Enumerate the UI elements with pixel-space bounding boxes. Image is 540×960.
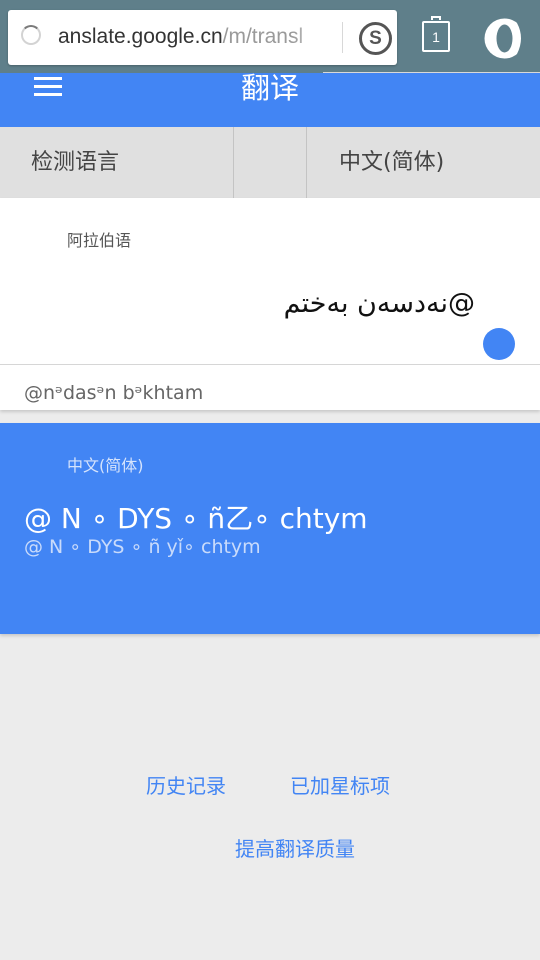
language-selector-bar: 检测语言 中文(简体) <box>0 127 540 199</box>
target-language-selector[interactable]: 中文(简体) <box>307 127 540 198</box>
starred-link[interactable]: 已加星标项 <box>290 770 390 799</box>
page-title: 翻译 <box>240 71 299 105</box>
url-text[interactable]: anslate.google.cn/m/transl <box>58 23 328 51</box>
translation-transliteration: @ N ∘ DYS ∘ ñ yǐ∘ chtym <box>24 536 261 558</box>
browser-toolbar: anslate.google.cn/m/transl S 1 <box>0 0 540 73</box>
url-path: /m/transl <box>222 25 304 48</box>
loading-spinner-icon <box>21 25 41 45</box>
input-divider <box>0 364 540 365</box>
source-language-selector[interactable]: 检测语言 <box>0 127 234 198</box>
tab-count: 1 <box>432 29 440 45</box>
source-transliteration: @nᵊdasᵊn bᵊkhtam <box>24 382 204 404</box>
url-fade <box>293 18 333 58</box>
swap-languages-button[interactable] <box>234 127 307 198</box>
target-language-label: 中文(简体) <box>339 150 445 175</box>
history-link[interactable]: 历史记录 <box>146 770 226 799</box>
source-input-card: 阿拉伯语 @نەدسەن بەختم @nᵊdasᵊn bᵊkhtam <box>0 198 540 410</box>
tab-switcher-icon[interactable]: 1 <box>422 16 450 52</box>
improve-translation-link[interactable]: 提高翻译质量 <box>235 833 355 862</box>
sogou-s-icon[interactable]: S <box>359 22 392 55</box>
detected-language-label: 阿拉伯语 <box>67 231 132 250</box>
app-header: 翻译 <box>0 71 540 127</box>
opera-logo-icon[interactable] <box>483 17 526 60</box>
source-text-input[interactable]: @نەدسەن بەختم <box>180 288 475 319</box>
microphone-icon[interactable] <box>483 328 515 360</box>
translation-result-card[interactable]: 中文(简体) @ N ∘ DYS ∘ ñ乙∘ chtym @ N ∘ DYS ∘… <box>0 423 540 634</box>
result-language-label: 中文(简体) <box>67 456 144 475</box>
translation-text: @ N ∘ DYS ∘ ñ乙∘ chtym <box>24 502 368 535</box>
source-language-label: 检测语言 <box>31 150 120 175</box>
url-separator <box>342 22 343 53</box>
url-host: anslate.google.cn <box>58 25 223 48</box>
address-bar[interactable]: anslate.google.cn/m/transl S <box>8 10 397 65</box>
